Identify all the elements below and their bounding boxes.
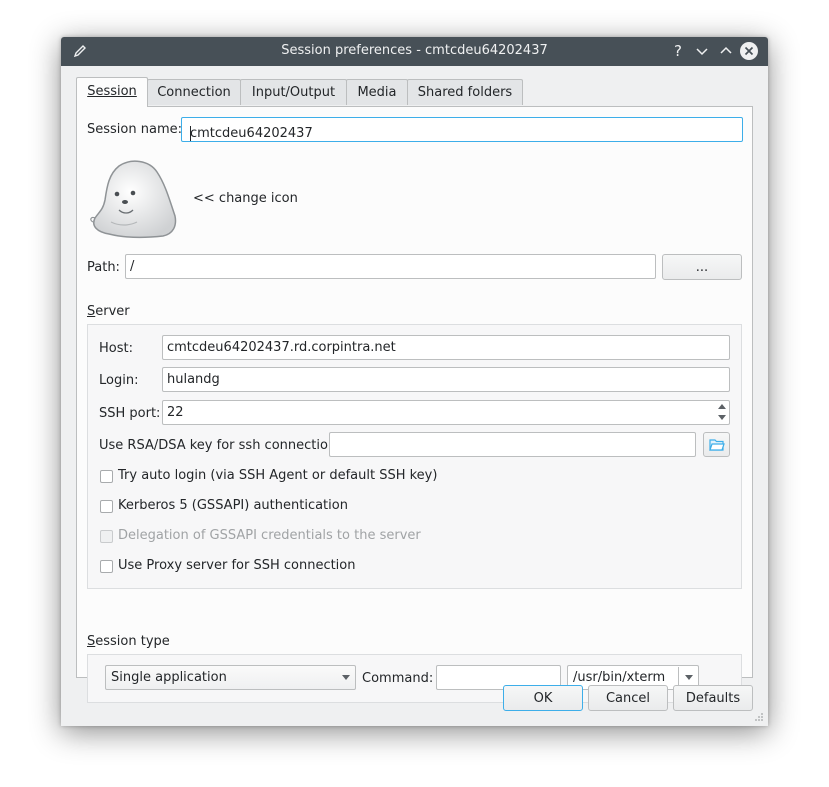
tab-session-label: Session [87,84,137,99]
browse-path-label: ... [695,260,709,275]
path-label: Path: [87,260,120,275]
cancel-button[interactable]: Cancel [588,685,668,711]
tab-shared-folders[interactable]: Shared folders [407,79,523,105]
session-preferences-dialog: Session preferences - cmtcdeu64202437 ? … [61,37,768,726]
folder-open-icon [708,438,725,451]
path-value: / [130,259,135,274]
kerberos-label[interactable]: Kerberos 5 (GSSAPI) authentication [118,498,348,513]
host-input[interactable]: cmtcdeu64202437.rd.corpintra.net [162,335,730,360]
chevron-down-icon[interactable] [685,675,693,680]
cancel-label: Cancel [605,691,651,706]
maximize-icon[interactable] [717,42,735,60]
browse-path-button[interactable]: ... [662,254,742,280]
application-value: /usr/bin/xterm [573,670,666,685]
spin-up-icon[interactable] [716,401,728,412]
chevron-down-icon [342,675,350,680]
tab-media[interactable]: Media [346,79,408,105]
ssh-port-value: 22 [167,405,184,420]
tab-input-output[interactable]: Input/Output [240,79,347,105]
session-type-value: Single application [111,670,227,685]
minimize-icon[interactable] [693,42,711,60]
window-title: Session preferences - cmtcdeu64202437 [281,43,548,58]
ssh-port-label: SSH port: [99,406,161,421]
help-icon[interactable]: ? [669,42,687,60]
browse-key-button[interactable] [703,432,730,457]
tab-shared-folders-label: Shared folders [417,85,513,100]
tab-connection-label: Connection [157,85,231,100]
rsa-key-label: Use RSA/DSA key for ssh connection: [99,438,341,453]
host-label: Host: [99,341,133,356]
tab-input-output-label: Input/Output [251,85,336,100]
change-icon-label[interactable]: << change icon [193,191,298,206]
defaults-button[interactable]: Defaults [673,685,753,711]
session-tab-panel: Session name: cmtcdeu64202437 << change … [76,106,753,703]
host-value: cmtcdeu64202437.rd.corpintra.net [167,340,396,355]
login-label: Login: [99,373,139,388]
resize-grip-icon[interactable] [754,712,764,722]
server-group-label: Server [87,304,130,319]
command-label: Command: [362,671,434,686]
login-input[interactable]: hulandg [162,367,730,392]
session-name-label: Session name: [87,122,182,137]
tab-session[interactable]: Session [76,77,148,107]
kerberos-checkbox[interactable] [100,500,113,513]
login-value: hulandg [167,372,220,387]
path-input[interactable]: / [125,254,656,279]
tab-media-label: Media [357,85,397,100]
close-icon[interactable] [740,42,758,60]
ok-label: OK [533,691,553,706]
gssapi-delegation-checkbox [100,530,113,543]
ok-button[interactable]: OK [503,685,583,711]
seal-icon[interactable] [89,156,181,240]
session-type-group-label: Session type [87,634,170,649]
session-name-input[interactable]: cmtcdeu64202437 [181,117,743,142]
text-caret [190,126,191,141]
session-name-value: cmtcdeu64202437 [190,126,313,141]
title-bar[interactable]: Session preferences - cmtcdeu64202437 ? [61,37,768,66]
defaults-label: Defaults [685,691,741,706]
proxy-checkbox[interactable] [100,560,113,573]
spin-down-icon[interactable] [716,412,728,423]
server-group: Host: cmtcdeu64202437.rd.corpintra.net L… [87,324,742,589]
session-type-select[interactable]: Single application [105,665,356,690]
proxy-label[interactable]: Use Proxy server for SSH connection [118,558,356,573]
auto-login-label[interactable]: Try auto login (via SSH Agent or default… [118,468,437,483]
rsa-key-input[interactable] [329,432,696,457]
tab-connection[interactable]: Connection [147,79,241,105]
ssh-port-spinbox[interactable]: 22 [162,400,730,425]
gssapi-delegation-label: Delegation of GSSAPI credentials to the … [118,528,421,543]
auto-login-checkbox[interactable] [100,470,113,483]
